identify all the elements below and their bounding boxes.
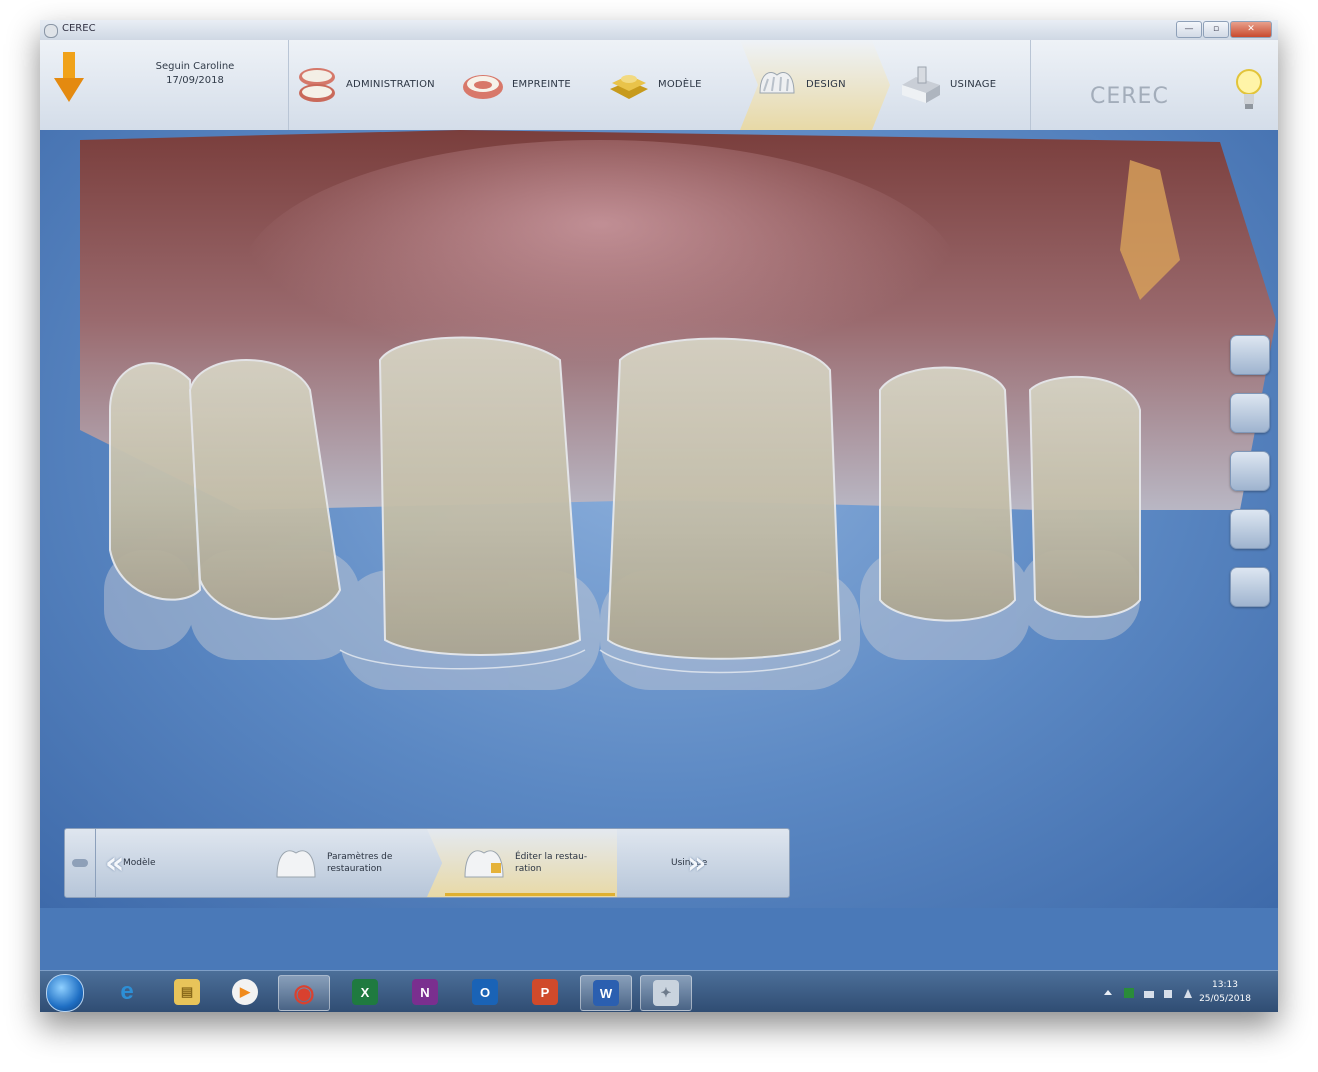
system-clock[interactable]: 13:13 25/05/2018 (1190, 978, 1260, 1006)
minimize-button[interactable]: — (1176, 21, 1202, 38)
onenote-icon: N (412, 979, 438, 1005)
workflow-step-modele[interactable]: MODÈLE (606, 54, 702, 114)
clock-date: 25/05/2018 (1199, 994, 1251, 1004)
chrome-icon: ◉ (293, 979, 315, 1007)
toolbar-divider (288, 40, 289, 130)
crown-edit-icon (464, 850, 504, 878)
scan-arch-icon (463, 75, 503, 99)
maximize-button[interactable]: ▫ (1203, 21, 1229, 38)
step-edit-label-2: ration (515, 864, 542, 874)
step-next-usinage[interactable]: Usinage » (671, 829, 707, 897)
analysis-tool-icon[interactable] (1230, 451, 1270, 491)
title-bar: CEREC — ▫ ✕ (40, 20, 1278, 40)
patient-name: Seguin Caroline (155, 61, 235, 72)
tool-ring-icon[interactable] (1230, 393, 1270, 433)
close-button[interactable]: ✕ (1230, 21, 1272, 38)
window-title: CEREC (62, 23, 96, 34)
cerec-window: CEREC — ▫ ✕ Seguin Caroline 17/09/2018 A… (40, 20, 1278, 1012)
step-back-modele[interactable]: « Modèle (105, 829, 156, 897)
taskbar-ie[interactable]: e (102, 975, 152, 1009)
lightbulb-icon[interactable] (1235, 68, 1263, 112)
workflow-step-design[interactable]: DESIGN (754, 54, 846, 114)
workflow-step-label: EMPREINTE (512, 78, 571, 90)
chevron-right-icon: » (687, 845, 707, 881)
clock-time: 13:13 (1212, 980, 1238, 990)
workflow-step-label: MODÈLE (658, 78, 702, 90)
toolbar-divider (1030, 40, 1031, 130)
app-icon (44, 24, 58, 38)
ie-icon: e (120, 978, 134, 1005)
taskbar-onenote[interactable]: N (400, 975, 450, 1009)
model-icon (610, 75, 648, 99)
taskbar-outlook[interactable]: O (460, 975, 510, 1009)
patient-info: Seguin Caroline 17/09/2018 (140, 60, 250, 88)
workflow-toolbar: Seguin Caroline 17/09/2018 ADMINISTRATIO… (40, 40, 1278, 131)
taskbar-cerec[interactable]: ✦ (640, 975, 692, 1011)
powerpoint-icon: P (532, 979, 558, 1005)
cerec-logo: CEREC (1090, 84, 1169, 109)
eye-icon (72, 859, 88, 867)
phase-step-bar: « Modèle Paramètres de restauration Édit… (64, 828, 790, 898)
step-edit-label-1: Éditer la restau- (515, 852, 588, 862)
step-edit-text: Éditer la restau- ration (515, 851, 587, 875)
workflow-step-empreinte[interactable]: EMPREINTE (460, 54, 571, 114)
taskbar-powerpoint[interactable]: P (520, 975, 570, 1009)
workflow-step-usinage[interactable]: USINAGE (898, 54, 996, 114)
step-params-label-1: Paramètres de (327, 852, 393, 862)
excel-icon: X (352, 979, 378, 1005)
milling-icon (902, 66, 940, 103)
down-arrow-icon[interactable] (54, 52, 84, 102)
crown-design-icon (759, 71, 795, 94)
workflow-step-administration[interactable]: ADMINISTRATION (294, 54, 435, 114)
taskbar-media-player[interactable]: ▶ (220, 975, 270, 1009)
step-params-label-2: restauration (327, 864, 382, 874)
workflow-step-label: USINAGE (950, 78, 997, 90)
cerec-app-icon: ✦ (653, 980, 679, 1006)
windows-taskbar: e ▤ ▶ ◉ X N O P W ✦ 13:13 25/05/2018 (40, 970, 1278, 1012)
step-back-label: Modèle (123, 858, 156, 868)
outlook-icon: O (472, 979, 498, 1005)
tooth-model-icon[interactable] (1230, 567, 1270, 607)
taskbar-chrome[interactable]: ◉ (278, 975, 330, 1011)
3d-viewport[interactable]: « Modèle Paramètres de restauration Édit… (40, 130, 1278, 908)
stepbar-toggle[interactable] (65, 829, 96, 897)
word-icon: W (593, 980, 619, 1006)
taskbar-explorer[interactable]: ▤ (162, 975, 212, 1009)
workflow-step-label: DESIGN (806, 78, 846, 90)
media-player-icon: ▶ (232, 979, 258, 1005)
view-cube-icon[interactable] (1230, 335, 1270, 375)
jaw-icon (299, 68, 335, 102)
patient-date: 17/09/2018 (166, 75, 224, 86)
crown-icon (276, 850, 316, 878)
dental-model-render (80, 130, 1276, 690)
taskbar-excel[interactable]: X (340, 975, 390, 1009)
step-params-text: Paramètres de restauration (327, 851, 392, 875)
chevron-left-icon: « (105, 845, 125, 881)
taskbar-word[interactable]: W (580, 975, 632, 1011)
step-parametres-restauration[interactable]: Paramètres de restauration (273, 829, 392, 897)
start-button[interactable] (46, 974, 84, 1012)
folder-icon: ▤ (174, 979, 200, 1005)
workflow-step-label: ADMINISTRATION (346, 78, 435, 90)
step-editer-restauration[interactable]: Éditer la restau- ration (461, 829, 587, 897)
screen-icon[interactable] (1230, 509, 1270, 549)
